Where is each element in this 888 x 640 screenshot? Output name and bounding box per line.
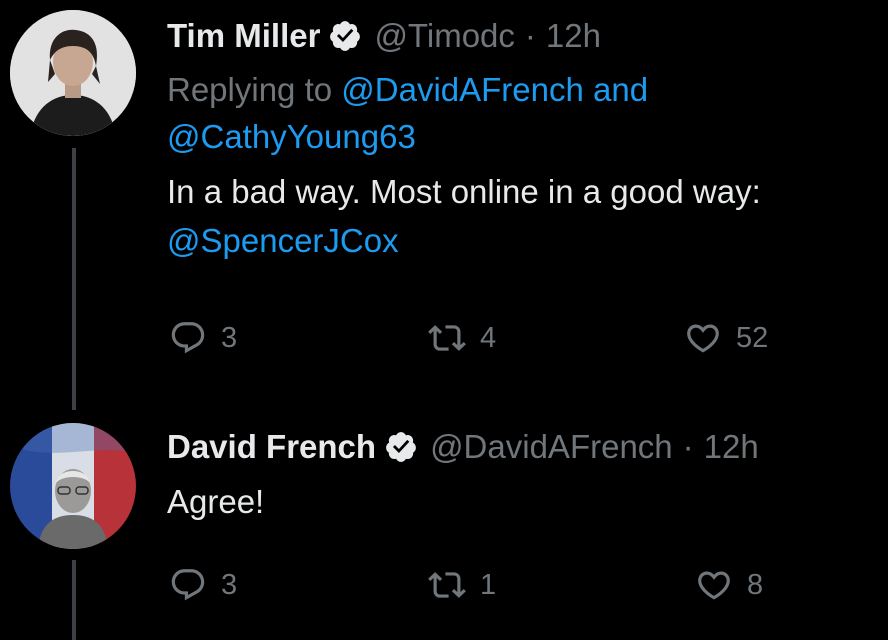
retweet-icon bbox=[428, 572, 466, 598]
retweet-icon bbox=[428, 325, 466, 351]
tweet-tim-miller[interactable]: Tim Miller @Timodc · 12h Replying to @Da… bbox=[0, 0, 888, 410]
reply-icon bbox=[171, 322, 205, 354]
retweet-button[interactable]: 1 bbox=[428, 566, 496, 604]
tweet-header: David French @DavidAFrench · 12h bbox=[167, 427, 868, 467]
reply-button[interactable]: 3 bbox=[169, 566, 237, 604]
replying-to-label: Replying to bbox=[167, 71, 342, 108]
reply-icon bbox=[171, 569, 205, 601]
thread-line bbox=[72, 560, 76, 640]
author-name[interactable]: David French bbox=[167, 427, 376, 467]
tweet-text-main: In a bad way. Most online in a good way: bbox=[167, 173, 761, 210]
like-count: 8 bbox=[747, 568, 764, 601]
separator: · bbox=[682, 428, 694, 465]
heart-icon bbox=[687, 324, 719, 353]
mention-cathyyoung63[interactable]: @CathyYoung63 bbox=[167, 118, 416, 155]
like-button[interactable]: 8 bbox=[695, 566, 763, 604]
reply-button[interactable]: 3 bbox=[169, 319, 237, 357]
heart-icon bbox=[698, 571, 730, 600]
like-count: 52 bbox=[736, 321, 769, 354]
reply-count: 3 bbox=[221, 321, 238, 354]
mention-davidafrench[interactable]: @DavidAFrench bbox=[341, 71, 584, 108]
tweet-text: Agree! bbox=[167, 483, 265, 520]
tweet-david-french[interactable]: David French @DavidAFrench · 12h Agree! … bbox=[0, 410, 888, 640]
like-button[interactable]: 52 bbox=[684, 319, 768, 357]
tweet-header: Tim Miller @Timodc · 12h bbox=[167, 16, 868, 56]
replying-to: Replying to @DavidAFrench and @CathyYoun… bbox=[167, 66, 868, 160]
reply-count: 3 bbox=[221, 568, 238, 601]
author-name[interactable]: Tim Miller bbox=[167, 16, 320, 56]
author-handle[interactable]: @DavidAFrench bbox=[430, 427, 673, 467]
avatar-david-french[interactable] bbox=[10, 423, 136, 549]
retweet-count: 1 bbox=[480, 568, 497, 601]
verified-badge-icon bbox=[328, 19, 362, 53]
avatar-tim-miller[interactable] bbox=[10, 10, 136, 136]
replying-to-and[interactable]: and bbox=[584, 71, 648, 108]
tweet-text: In a bad way. Most online in a good way:… bbox=[167, 167, 868, 265]
separator: · bbox=[524, 17, 536, 54]
retweet-button[interactable]: 4 bbox=[428, 319, 496, 357]
thread-line bbox=[72, 148, 76, 410]
verified-badge-icon bbox=[384, 430, 418, 464]
mention-spencerjcox[interactable]: @SpencerJCox bbox=[167, 222, 399, 259]
retweet-count: 4 bbox=[480, 321, 497, 354]
timestamp[interactable]: 12h bbox=[546, 16, 601, 56]
author-handle[interactable]: @Timodc bbox=[374, 16, 514, 56]
timestamp[interactable]: 12h bbox=[704, 427, 759, 467]
